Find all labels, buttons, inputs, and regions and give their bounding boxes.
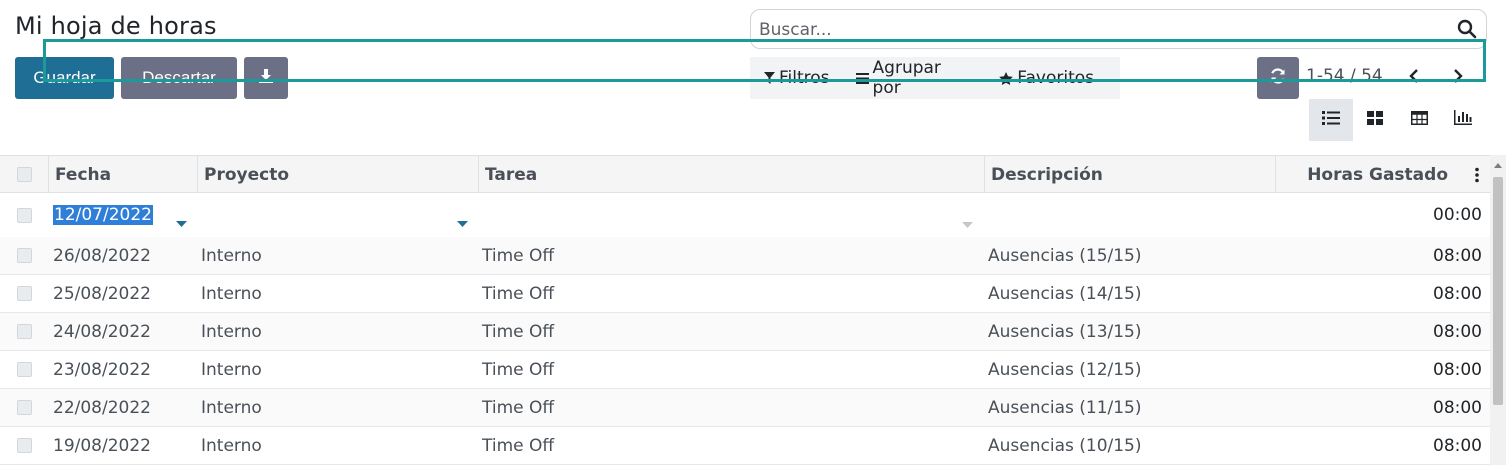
graph-view-icon [1454, 110, 1472, 130]
table-header: Fecha Proyecto Tarea Descripción Horas G… [0, 155, 1490, 193]
row-select-cell [0, 427, 48, 464]
vertical-scrollbar[interactable] [1490, 155, 1506, 465]
kanban-view-button[interactable] [1353, 99, 1397, 141]
scrollbar-thumb[interactable] [1493, 177, 1503, 405]
grid-view-button[interactable] [1397, 99, 1441, 141]
hours-cell[interactable]: 08:00 [1280, 237, 1482, 274]
grid-view-icon [1410, 110, 1428, 130]
project-cell[interactable]: Interno [201, 427, 471, 464]
date-caret-down-icon[interactable] [176, 212, 187, 232]
date-field[interactable]: 12/07/2022 [53, 193, 193, 237]
column-header-description[interactable]: Descripción [984, 156, 1275, 193]
date-cell[interactable]: 23/08/2022 [53, 351, 193, 388]
timesheet-table: Fecha Proyecto Tarea Descripción Horas G… [0, 155, 1490, 465]
hours-cell[interactable]: 08:00 [1280, 389, 1482, 426]
date-input-value[interactable]: 12/07/2022 [53, 205, 153, 225]
scroll-up-arrow-icon[interactable] [1494, 163, 1502, 168]
description-cell[interactable]: Ausencias (14/15) [988, 275, 1268, 312]
row-checkbox[interactable] [16, 438, 32, 453]
project-field[interactable] [201, 193, 471, 237]
project-cell[interactable]: Interno [201, 351, 471, 388]
editing-row-frame [43, 39, 1486, 82]
hours-cell[interactable]: 08:00 [1280, 427, 1482, 464]
view-switcher [1309, 99, 1485, 141]
task-caret-down-icon[interactable] [962, 213, 973, 233]
hours-cell[interactable]: 08:00 [1280, 313, 1482, 350]
task-cell[interactable]: Time Off [482, 237, 977, 274]
row-select-cell [0, 275, 48, 312]
column-header-task[interactable]: Tarea [478, 156, 984, 193]
column-header-project[interactable]: Proyecto [197, 156, 478, 193]
list-view-button[interactable] [1309, 99, 1353, 141]
description-cell[interactable]: Ausencias (13/15) [988, 313, 1268, 350]
hours-cell[interactable]: 08:00 [1280, 351, 1482, 388]
table-row[interactable]: 22/08/2022 Interno Time Off Ausencias (11/1… [0, 389, 1490, 427]
column-header-date[interactable]: Fecha [48, 156, 197, 193]
description-cell[interactable]: Ausencias (12/15) [988, 351, 1268, 388]
task-cell[interactable]: Time Off [482, 351, 977, 388]
page-title: Mi hoja de horas [15, 12, 217, 40]
hours-cell[interactable]: 08:00 [1280, 275, 1482, 312]
hours-field[interactable]: 00:00 [1280, 193, 1482, 237]
description-cell[interactable]: Ausencias (11/15) [988, 389, 1268, 426]
row-checkbox[interactable] [16, 286, 32, 301]
row-select-cell [0, 237, 48, 274]
row-select-cell [0, 193, 48, 237]
date-cell[interactable]: 22/08/2022 [53, 389, 193, 426]
row-checkbox[interactable] [16, 324, 32, 339]
project-cell[interactable]: Interno [201, 313, 471, 350]
description-cell[interactable]: Ausencias (10/15) [988, 427, 1268, 464]
project-caret-down-icon[interactable] [457, 212, 468, 232]
table-row[interactable]: 23/08/2022 Interno Time Off Ausencias (12/1… [0, 351, 1490, 389]
table-row[interactable]: 25/08/2022 Interno Time Off Ausencias (14/1… [0, 275, 1490, 313]
row-select-cell [0, 389, 48, 426]
description-cell[interactable]: Ausencias (15/15) [988, 237, 1268, 274]
task-cell[interactable]: Time Off [482, 275, 977, 312]
date-cell[interactable]: 26/08/2022 [53, 237, 193, 274]
date-cell[interactable]: 24/08/2022 [53, 313, 193, 350]
date-cell[interactable]: 19/08/2022 [53, 427, 193, 464]
kanban-view-icon [1367, 110, 1383, 130]
row-checkbox[interactable] [16, 400, 32, 415]
optional-columns-icon[interactable] [1474, 167, 1480, 188]
task-cell[interactable]: Time Off [482, 313, 977, 350]
row-checkbox[interactable] [16, 207, 32, 223]
task-cell[interactable]: Time Off [482, 427, 977, 464]
project-cell[interactable]: Interno [201, 275, 471, 312]
description-field[interactable] [988, 193, 1268, 237]
graph-view-button[interactable] [1441, 99, 1485, 141]
row-checkbox[interactable] [16, 362, 32, 377]
search-icon[interactable] [1457, 19, 1477, 39]
task-field[interactable] [482, 193, 977, 237]
table-row[interactable]: 24/08/2022 Interno Time Off Ausencias (13/1… [0, 313, 1490, 351]
date-cell[interactable]: 25/08/2022 [53, 275, 193, 312]
select-all-checkbox[interactable] [16, 167, 32, 182]
editable-row: 12/07/2022 00:00 [0, 193, 1490, 237]
row-select-cell [0, 313, 48, 350]
table-row[interactable]: 19/08/2022 Interno Time Off Ausencias (10/1… [0, 427, 1490, 465]
task-cell[interactable]: Time Off [482, 389, 977, 426]
column-header-hours[interactable]: Horas Gastado [1275, 156, 1490, 193]
row-checkbox[interactable] [16, 248, 32, 263]
project-cell[interactable]: Interno [201, 389, 471, 426]
project-cell[interactable]: Interno [201, 237, 471, 274]
table-row[interactable]: 26/08/2022 Interno Time Off Ausencias (15/1… [0, 237, 1490, 275]
select-all-cell [0, 156, 48, 193]
list-view-icon [1322, 110, 1340, 130]
row-select-cell [0, 351, 48, 388]
